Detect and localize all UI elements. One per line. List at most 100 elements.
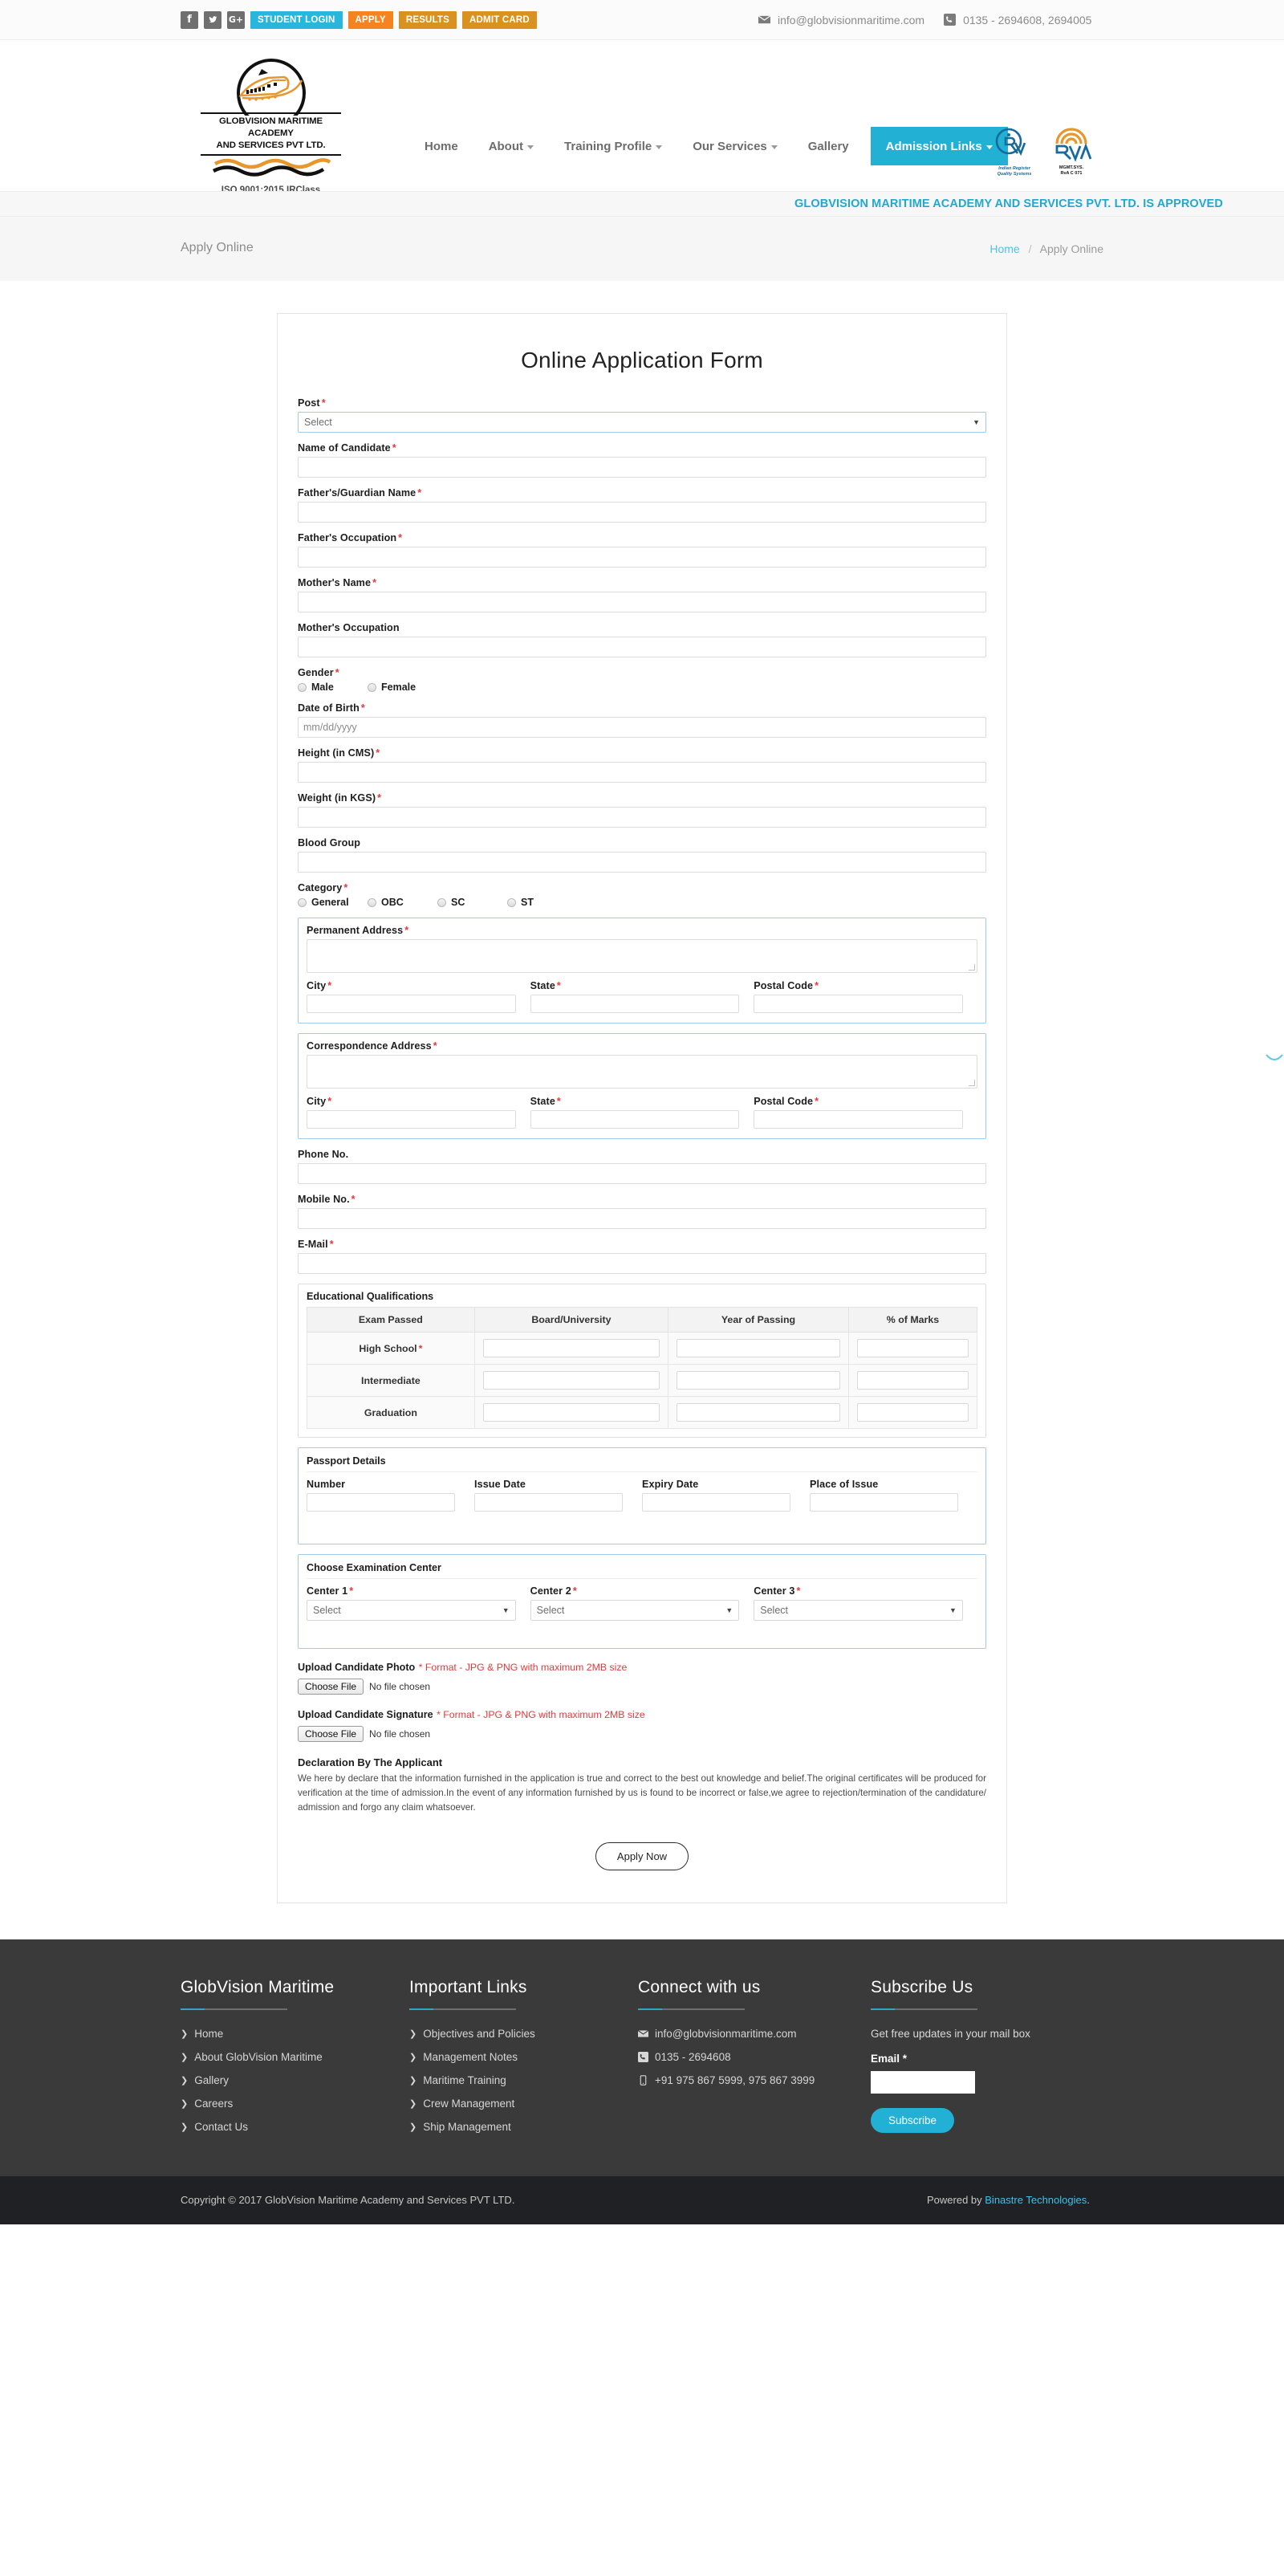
education-board-input-graduation[interactable] <box>482 1403 660 1422</box>
copyright-bar: Copyright © 2017 GlobVision Maritime Aca… <box>0 2175 1284 2224</box>
header-email[interactable]: info@globvisionmaritime.com <box>758 14 924 26</box>
footer-link-management-notes[interactable]: ❯ Management Notes <box>409 2051 638 2063</box>
facebook-icon[interactable]: f <box>181 10 198 29</box>
nav-label: Admission Links <box>885 139 982 153</box>
permanent-address-textarea[interactable] <box>307 939 977 973</box>
weight-input[interactable] <box>298 807 986 828</box>
upload-photo-file-control[interactable]: Choose File No file chosen <box>298 1679 986 1695</box>
category-option-sc[interactable]: SC <box>437 897 507 908</box>
category-option-general[interactable]: General <box>298 897 368 908</box>
footer-link-maritime-training[interactable]: ❯ Maritime Training <box>409 2074 638 2086</box>
form-fields: Post * Select ▼ Name of Candidate * Father… <box>298 397 986 1870</box>
permanent-postal-input[interactable] <box>754 995 963 1013</box>
results-button[interactable]: RESULTS <box>398 10 457 29</box>
nav-item-gallery[interactable]: Gallery <box>793 140 864 153</box>
phone-icon <box>638 2051 648 2062</box>
footer-email[interactable]: info@globvisionmaritime.com <box>638 2028 871 2040</box>
father-occupation-input[interactable] <box>298 547 986 568</box>
footer-link-careers[interactable]: ❯ Careers <box>181 2098 409 2110</box>
mother-name-input[interactable] <box>298 592 986 612</box>
choose-file-button-photo[interactable]: Choose File <box>298 1679 364 1695</box>
education-marks-input-high-school[interactable] <box>856 1339 969 1357</box>
permanent-address-group: Permanent Address * City * State * Postal C… <box>298 918 986 1023</box>
dob-input[interactable]: mm/dd/yyyy <box>298 717 986 738</box>
education-year-input-intermediate[interactable] <box>677 1371 840 1390</box>
center3-select[interactable]: Select ▼ <box>754 1600 963 1621</box>
education-board-input-high-school[interactable] <box>482 1339 660 1357</box>
category-option-obc[interactable]: OBC <box>368 897 437 908</box>
education-board-input-intermediate[interactable] <box>482 1371 660 1390</box>
footer-link-crew-management[interactable]: ❯ Crew Management <box>409 2098 638 2110</box>
breadcrumb-current: Apply Online <box>1039 242 1103 255</box>
header-phone[interactable]: 0135 - 2694608, 2694005 <box>944 14 1091 26</box>
apply-now-button[interactable]: Apply Now <box>595 1841 689 1870</box>
footer-link-ship-management[interactable]: ❯ Ship Management <box>409 2121 638 2133</box>
passport-number-input[interactable] <box>307 1493 455 1512</box>
footer-link-about[interactable]: ❯ About GlobVision Maritime <box>181 2051 409 2063</box>
chevron-right-icon: ❯ <box>181 2122 189 2132</box>
center3-label: Center 3 * <box>754 1585 801 1597</box>
admit-card-button[interactable]: ADMIT CARD <box>462 10 537 29</box>
twitter-icon[interactable] <box>204 10 221 29</box>
category-option-st[interactable]: ST <box>507 897 534 908</box>
choose-file-button-signature[interactable]: Choose File <box>298 1726 364 1742</box>
passport-issue-date-input[interactable] <box>474 1493 623 1512</box>
footer-link-home[interactable]: ❯ Home <box>181 2028 409 2040</box>
upload-signature-file-control[interactable]: Choose File No file chosen <box>298 1726 986 1742</box>
nav-item-training-profile[interactable]: Training Profile <box>549 140 677 153</box>
education-marks-input-graduation[interactable] <box>856 1403 969 1422</box>
subscribe-button[interactable]: Subscribe <box>871 2107 955 2133</box>
footer-phone-text: 0135 - 2694608 <box>655 2050 731 2063</box>
nav-item-home[interactable]: Home <box>409 140 473 153</box>
correspondence-city-input[interactable] <box>307 1110 516 1129</box>
gender-option-female[interactable]: Female <box>368 682 416 693</box>
blood-group-input[interactable] <box>298 852 986 873</box>
correspondence-postal-input[interactable] <box>754 1110 963 1129</box>
footer-link-gallery[interactable]: ❯ Gallery <box>181 2074 409 2086</box>
correspondence-state-input[interactable] <box>530 1110 740 1129</box>
mobile-input[interactable] <box>298 1208 986 1229</box>
education-marks-input-intermediate[interactable] <box>856 1371 969 1390</box>
form-section: Online Application Form Post * Select ▼ N… <box>0 281 1284 1939</box>
footer-link-contact-us[interactable]: ❯ Contact Us <box>181 2121 409 2133</box>
education-year-input-high-school[interactable] <box>677 1339 840 1357</box>
permanent-city-input[interactable] <box>307 995 516 1013</box>
gender-option-male[interactable]: Male <box>298 682 368 693</box>
father-name-input[interactable] <box>298 502 986 523</box>
table-row: Graduation <box>307 1396 978 1429</box>
nav-item-our-services[interactable]: Our Services <box>677 140 793 153</box>
education-year-input-graduation[interactable] <box>677 1403 840 1422</box>
center2-select[interactable]: Select ▼ <box>530 1600 740 1621</box>
google-plus-icon[interactable]: G+ <box>227 10 245 29</box>
passport-place-input[interactable] <box>810 1493 958 1512</box>
main-nav: Home About Training Profile Our Services… <box>409 127 1008 165</box>
chevron-down-icon: ▼ <box>725 1606 733 1614</box>
apply-button[interactable]: APPLY <box>347 10 393 29</box>
footer-link-objectives-policies[interactable]: ❯ Objectives and Policies <box>409 2028 638 2040</box>
phone-input[interactable] <box>298 1163 986 1184</box>
permanent-state-input[interactable] <box>530 995 740 1013</box>
nav-label: Our Services <box>693 139 767 153</box>
powered-by-link[interactable]: Binastre Technologies <box>985 2194 1087 2206</box>
height-input[interactable] <box>298 762 986 783</box>
mother-occupation-input[interactable] <box>298 637 986 657</box>
footer-phone[interactable]: 0135 - 2694608 <box>638 2051 871 2063</box>
candidate-name-input[interactable] <box>298 457 986 478</box>
passport-expiry-date-input[interactable] <box>642 1493 790 1512</box>
center1-select[interactable]: Select ▼ <box>307 1600 516 1621</box>
candidate-name-label: Name of Candidate * <box>298 442 396 454</box>
breadcrumb-home-link[interactable]: Home <box>989 242 1019 255</box>
student-login-button[interactable]: STUDENT LOGIN <box>250 10 343 29</box>
subscribe-email-input[interactable] <box>871 2070 975 2094</box>
nav-item-admission-links[interactable]: Admission Links <box>870 127 1008 165</box>
site-logo[interactable]: GLOBVISION MARITIME ACADEMY AND SERVICES… <box>201 58 341 195</box>
correspondence-address-textarea[interactable] <box>307 1055 977 1089</box>
nav-item-about[interactable]: About <box>473 140 549 153</box>
post-select[interactable]: Select ▼ <box>298 412 986 433</box>
email-label: E-Mail * <box>298 1239 334 1250</box>
education-table: Exam Passed Board/University Year of Pas… <box>307 1307 978 1429</box>
upload-signature-format: * Format - JPG & PNG with maximum 2MB si… <box>437 1709 645 1720</box>
chevron-right-icon: ❯ <box>181 2052 189 2062</box>
email-input[interactable] <box>298 1253 986 1274</box>
footer-mobile[interactable]: +91 975 867 5999, 975 867 3999 <box>638 2074 871 2086</box>
